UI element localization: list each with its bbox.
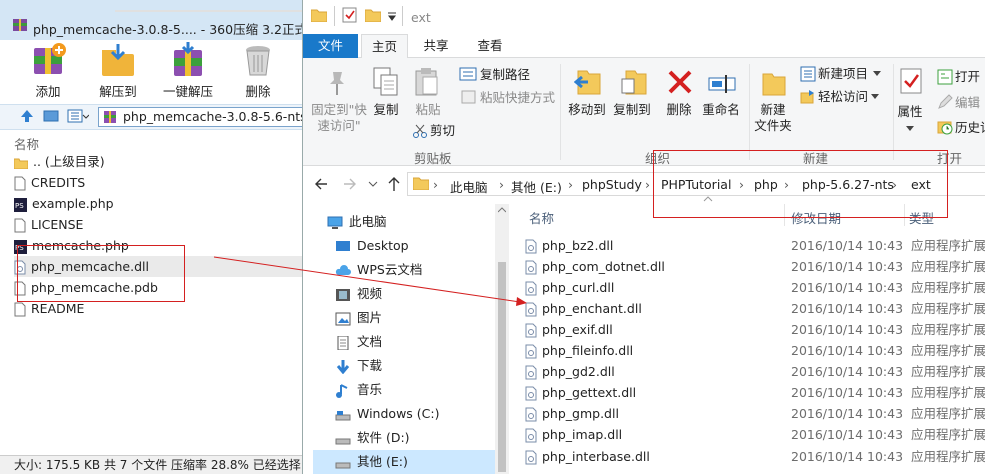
annotation-arrow xyxy=(213,256,527,306)
